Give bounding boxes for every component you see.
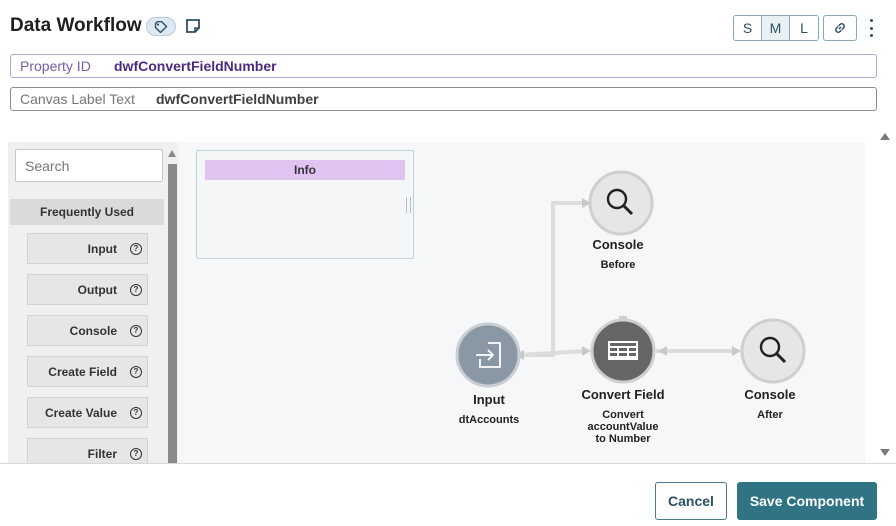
connector-input-convert: [519, 349, 587, 357]
tag-icon: [154, 20, 168, 33]
property-id-label: Property ID: [20, 58, 91, 74]
node-subtitle-line: to Number: [595, 433, 651, 445]
node-title: Convert Field: [581, 387, 665, 402]
property-id-field[interactable]: Property ID dwfConvertFieldNumber: [10, 54, 877, 78]
node-title: Input: [473, 392, 505, 407]
node-subtitle: dtAccounts: [458, 414, 520, 426]
node-input-label: Input dtAccounts: [459, 392, 520, 426]
page-title: Data Workflow: [10, 15, 142, 36]
scroll-down-arrow-icon[interactable]: [880, 449, 890, 456]
node-title: Console: [744, 387, 796, 402]
node-console-after-label: Console After: [744, 387, 795, 421]
cancel-button[interactable]: Cancel: [655, 482, 727, 520]
node-convert-field-label: Convert Field Convert accountValue to Nu…: [581, 387, 664, 445]
canvas-label-value: dwfConvertFieldNumber: [156, 91, 319, 107]
node-title: Console: [592, 237, 644, 252]
editor-header: Data Workflow S M L: [0, 0, 896, 52]
more-options-icon[interactable]: [867, 19, 875, 37]
tag-button[interactable]: [146, 17, 176, 36]
property-id-value: dwfConvertFieldNumber: [114, 58, 277, 74]
size-toggle-group: S M L: [733, 15, 819, 41]
size-button-l[interactable]: L: [790, 16, 818, 40]
link-button[interactable]: [823, 15, 857, 41]
node-console-before[interactable]: [588, 170, 654, 236]
save-component-button[interactable]: Save Component: [737, 482, 877, 520]
size-button-s[interactable]: S: [734, 16, 762, 40]
workflow-workspace: Frequently Used Input ? Output ? Console…: [8, 142, 865, 463]
note-icon[interactable]: [185, 18, 201, 34]
data-workflow-editor: Data Workflow S M L Property ID dwfConve…: [0, 0, 896, 526]
connector-input-console: [520, 201, 586, 357]
node-subtitle: After: [757, 409, 783, 421]
node-console-after[interactable]: [740, 318, 806, 384]
node-input[interactable]: [455, 322, 521, 388]
editor-footer: Cancel Save Component: [0, 463, 896, 526]
canvas-label-label: Canvas Label Text: [20, 91, 135, 107]
node-console-before-label: Console Before: [592, 237, 643, 271]
scroll-up-arrow-icon[interactable]: [880, 133, 890, 140]
node-subtitle: Before: [600, 259, 636, 271]
table-icon: [608, 341, 638, 360]
node-convert-field[interactable]: [590, 316, 656, 384]
node-subtitle-line: accountValue: [587, 421, 659, 433]
node-subtitle-line: Convert: [602, 409, 644, 421]
workflow-canvas[interactable]: [8, 142, 865, 463]
page-scrollbar[interactable]: [880, 133, 890, 456]
size-button-m[interactable]: M: [762, 16, 790, 40]
link-icon: [835, 23, 845, 33]
canvas-label-field[interactable]: Canvas Label Text dwfConvertFieldNumber: [10, 87, 877, 111]
